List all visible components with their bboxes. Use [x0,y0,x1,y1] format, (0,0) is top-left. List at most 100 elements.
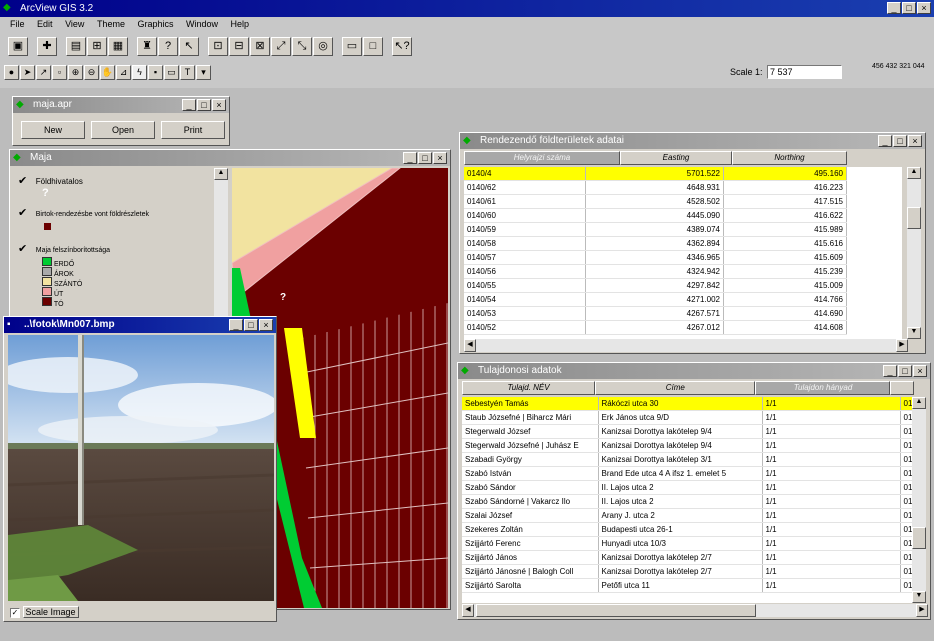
table-row[interactable]: 0140/53 4267.571 414.690 [464,306,847,321]
menu-file[interactable]: File [10,17,25,32]
scroll-thumb[interactable] [476,604,756,617]
hotlink-icon[interactable]: ϟ [132,64,147,80]
view-maximize-button[interactable]: □ [418,152,432,164]
table-row[interactable]: 0140/55 4297.842 415.009 [464,278,847,293]
close-button[interactable]: × [917,2,931,14]
zoom-out-icon[interactable]: ⤡ [292,36,312,56]
vertex-edit-icon[interactable]: ↗ [36,64,51,80]
menu-window[interactable]: Window [186,17,218,32]
zoom-in-icon[interactable]: ⤢ [271,36,291,56]
project-window-titlebar[interactable]: ◆ maja.apr _ □ × [13,97,229,113]
table-row[interactable]: Sebestyén TamásRákóczi utca 301/10140 [462,397,914,411]
project-maximize-button[interactable]: □ [197,99,211,111]
zoom-previous-icon[interactable]: ◎ [313,36,333,56]
owners-table-vscrollbar[interactable]: ▲ ▼ [912,397,926,603]
maximize-button[interactable]: □ [902,2,916,14]
toc-scroll-up[interactable]: ▲ [214,168,228,180]
menu-theme[interactable]: Theme [97,17,125,32]
owners-table-maximize-button[interactable]: □ [898,365,912,377]
scroll-down-button[interactable]: ▼ [912,591,926,603]
table-row[interactable]: 0140/57 4346.965 415.609 [464,250,847,265]
save-icon[interactable]: ▣ [8,36,28,56]
table-row[interactable]: Stegerwald Józsefné | Juhász E Kanizsai D… [462,438,914,453]
query-icon[interactable]: ? [158,36,178,56]
scroll-right-button[interactable]: ▶ [896,339,908,352]
theme-visible-checkbox[interactable]: ✔ [18,207,27,219]
table-row[interactable]: Staub Józsefné | Biharcz Mári Erk János u… [462,410,914,425]
table-row[interactable]: Szalai JózsefArany J. utca 21/10140 [462,508,914,523]
scroll-down-button[interactable]: ▼ [907,327,921,339]
label-icon[interactable]: ▪ [148,64,163,80]
menu-help[interactable]: Help [231,17,250,32]
toc-theme-birtokrendezes[interactable]: ✔ Birtok-rendezésbe vont földrészletek [18,206,218,230]
parcel-table-maximize-button[interactable]: □ [893,135,907,147]
toc-theme-felszinboritottsag[interactable]: ✔ Maja felszínborítottsága ERDŐ ÁROK SZÁ… [18,242,218,308]
measure-icon[interactable]: ⊿ [116,64,131,80]
image-maximize-button[interactable]: □ [244,319,258,331]
pointer-icon[interactable]: ➤ [20,64,35,80]
text-tool-icon[interactable]: T [180,64,195,80]
table-row[interactable]: Szijjártó János Kanizsai Dorottya lakótel… [462,550,914,565]
owners-table-minimize-button[interactable]: _ [883,365,897,377]
table-row[interactable]: Szabadi György Kanizsai Dorottya lakótele… [462,452,914,467]
table-row[interactable]: Szijjártó Jánosné | Balogh Coll Kanizsai … [462,564,914,579]
zoom-out-tool-icon[interactable]: ⊖ [84,64,99,80]
parcel-table-titlebar[interactable]: ◆ Rendezendő földterületek adatai _ □ × [460,133,925,149]
project-close-button[interactable]: × [212,99,226,111]
table-row[interactable]: 0140/52 4267.012 414.608 [464,320,847,335]
table-row[interactable]: 0140/62 4648.931 416.223 [464,180,847,195]
zoom-active-icon[interactable]: ⊟ [229,36,249,56]
table-row[interactable]: Szabó Sándorné | Vakarcz Ilo II. Lajos ut… [462,494,914,509]
new-button[interactable]: New [21,121,85,139]
owners-table-close-button[interactable]: × [913,365,927,377]
scroll-up-button[interactable]: ▲ [912,397,926,409]
parcel-table-vscrollbar[interactable]: ▲ ▼ [907,167,921,339]
table-row[interactable]: Szijjártó SaroltaPetőfi utca 111/10140 [462,578,914,593]
table-row[interactable]: 0140/54 4271.002 414.766 [464,292,847,307]
table-icon[interactable]: ▦ [108,36,128,56]
minimize-button[interactable]: _ [887,2,901,14]
identify-icon[interactable]: ● [4,64,19,80]
pan-icon[interactable]: ✋ [100,64,115,80]
scale-image-option[interactable]: ✓ Scale Image [10,605,79,619]
table-row[interactable]: Szekeres ZoltánBudapesti utca 26-11/1014… [462,522,914,537]
add-theme-icon[interactable]: ✚ [37,36,57,56]
column-header[interactable]: Easting [620,151,732,165]
find-icon[interactable]: ♜ [137,36,157,56]
table-row[interactable]: Stegerwald József Kanizsai Dorottya lakót… [462,424,914,439]
column-header[interactable]: Northing [732,151,847,165]
toc-scrollbar[interactable]: ▲ [214,168,228,328]
table-row[interactable]: 0140/59 4389.074 415.989 [464,222,847,237]
table-row[interactable]: Szabó SándorII. Lajos utca 21/10140 [462,480,914,495]
scroll-thumb[interactable] [912,527,926,549]
menu-edit[interactable]: Edit [37,17,53,32]
table-row[interactable]: 0140/4 5701.522 495.160 [464,167,847,181]
column-header[interactable] [890,381,914,395]
help-icon[interactable]: ↖? [392,36,412,56]
scroll-right-button[interactable]: ▶ [916,604,928,617]
theme-properties-icon[interactable]: ▤ [66,36,86,56]
project-minimize-button[interactable]: _ [182,99,196,111]
scroll-left-button[interactable]: ◀ [464,339,476,352]
column-header[interactable]: Címe [595,381,756,395]
zoom-in-tool-icon[interactable]: ⊕ [68,64,83,80]
draw-tool-icon[interactable]: ▾ [196,64,211,80]
scroll-up-button[interactable]: ▲ [907,167,921,179]
table-row[interactable]: Szijjártó FerencHunyadi utca 10/31/10140 [462,536,914,551]
clear-selection-icon[interactable]: □ [363,36,383,56]
locate-icon[interactable]: ↖ [179,36,199,56]
print-button[interactable]: Print [161,121,225,139]
theme-visible-checkbox[interactable]: ✔ [18,175,27,187]
scale-input[interactable]: 7 537 [767,65,842,79]
image-window-titlebar[interactable]: ▪ ..\fotok\Mn007.bmp _ □ × [4,317,276,333]
menu-view[interactable]: View [65,17,84,32]
edit-legend-icon[interactable]: ⊞ [87,36,107,56]
parcel-table-close-button[interactable]: × [908,135,922,147]
column-header[interactable]: Helyrajzi száma [464,151,620,165]
zoom-selected-icon[interactable]: ⊠ [250,36,270,56]
select-feature-icon[interactable]: ▫ [52,64,67,80]
view-close-button[interactable]: × [433,152,447,164]
view-window-titlebar[interactable]: ◆ Maja _ □ × [10,150,450,166]
table-row[interactable]: 0140/58 4362.894 415.616 [464,236,847,251]
parcel-table-hscrollbar[interactable]: ◀ ▶ [464,339,908,352]
